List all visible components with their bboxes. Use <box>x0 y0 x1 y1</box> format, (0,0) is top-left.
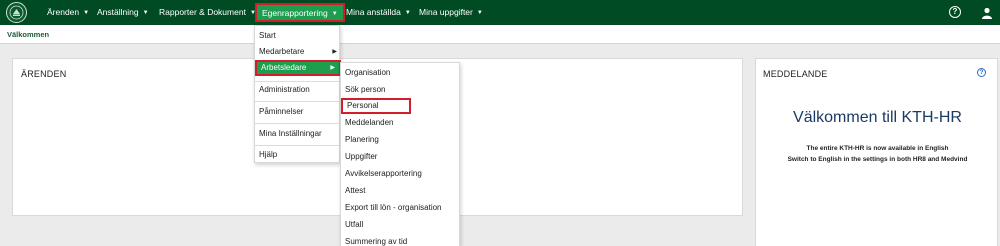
submenu-item-uppgifter-label: Uppgifter <box>345 152 378 161</box>
menu-item-mina-installningar-label: Mina Inställningar <box>259 129 322 138</box>
nav-mina-anstallda[interactable]: Mina anställda ▼ <box>346 0 411 25</box>
help-circle-icon[interactable]: ? <box>977 68 986 77</box>
nav-arenden-label: Ärenden <box>47 7 80 17</box>
submenu-item-attest[interactable]: Attest <box>341 184 461 198</box>
submenu-item-organisation[interactable]: Organisation <box>341 66 461 80</box>
nav-rapporter-label: Rapporter & Dokument <box>159 7 246 17</box>
egenrapportering-menu: Start Medarbetare ▶ Arbetsledare ▶ Admin… <box>254 25 341 163</box>
submenu-item-export-till-lon[interactable]: Export till lön - organisation <box>341 201 461 215</box>
nav-rapporter-dokument[interactable]: Rapporter & Dokument ▼ <box>159 0 256 25</box>
nav-arenden[interactable]: Ärenden ▼ <box>47 0 89 25</box>
submenu-item-summering-av-tid-label: Summering av tid <box>345 237 408 246</box>
welcome-text-line-2: Switch to English in the settings in bot… <box>787 156 968 163</box>
submenu-item-avvikelserapportering[interactable]: Avvikelserapportering <box>341 167 461 181</box>
breadcrumb[interactable]: Välkommen <box>7 30 49 39</box>
nav-egenrapportering-label: Egenrapportering <box>262 8 328 18</box>
submenu-item-planering[interactable]: Planering <box>341 133 461 147</box>
menu-divider <box>255 123 339 124</box>
menu-item-paminnelser-label: Påminnelser <box>259 107 304 116</box>
chevron-down-icon: ▼ <box>476 10 483 16</box>
messages-panel-title: MEDDELANDE <box>763 69 828 79</box>
user-icon[interactable] <box>981 6 993 19</box>
cases-panel-title: ÄRENDEN <box>21 69 67 79</box>
menu-item-arbetsledare-label: Arbetsledare <box>261 63 307 72</box>
arbetsledare-submenu: Organisation Sök person Personal Meddela… <box>340 62 460 246</box>
submenu-item-personal[interactable]: Personal <box>341 98 411 114</box>
menu-item-hjalp-label: Hjälp <box>259 150 278 159</box>
kth-crest-icon <box>9 5 24 20</box>
chevron-down-icon: ▼ <box>331 11 338 17</box>
chevron-right-icon: ▶ <box>330 65 335 71</box>
submenu-item-sok-person[interactable]: Sök person <box>341 83 461 97</box>
submenu-item-meddelanden-label: Meddelanden <box>345 118 394 127</box>
menu-item-paminnelser[interactable]: Påminnelser <box>255 105 341 119</box>
nav-mina-uppgifter-label: Mina uppgifter <box>419 7 473 17</box>
menu-item-start[interactable]: Start <box>255 29 341 43</box>
menu-item-arbetsledare[interactable]: Arbetsledare ▶ <box>255 60 341 76</box>
submenu-item-utfall-label: Utfall <box>345 220 364 229</box>
chevron-down-icon: ▼ <box>142 10 149 16</box>
submenu-item-meddelanden[interactable]: Meddelanden <box>341 116 461 130</box>
top-nav-bar: Ärenden ▼ Anställning ▼ Rapporter & Dokume… <box>0 0 1000 25</box>
help-icon[interactable]: ? <box>949 6 961 18</box>
welcome-text-line-1: The entire KTH-HR is now available in En… <box>806 145 949 152</box>
menu-divider <box>255 145 339 146</box>
submenu-item-avvikelserapportering-label: Avvikelserapportering <box>345 169 422 178</box>
nav-anstallning[interactable]: Anställning ▼ <box>97 0 149 25</box>
breadcrumb-bar: Välkommen <box>0 25 1000 44</box>
submenu-item-personal-label: Personal <box>347 101 379 110</box>
submenu-item-export-till-lon-label: Export till lön - organisation <box>345 203 442 212</box>
submenu-item-uppgifter[interactable]: Uppgifter <box>341 150 461 164</box>
submenu-item-organisation-label: Organisation <box>345 68 391 77</box>
kth-logo-icon[interactable] <box>6 2 27 23</box>
nav-mina-anstallda-label: Mina anställda <box>346 7 401 17</box>
submenu-item-attest-label: Attest <box>345 186 366 195</box>
submenu-item-utfall[interactable]: Utfall <box>341 218 461 232</box>
messages-panel: MEDDELANDE ? Välkommen till KTH-HR The e… <box>755 58 998 246</box>
menu-item-administration-label: Administration <box>259 85 310 94</box>
menu-divider <box>255 81 339 82</box>
nav-mina-uppgifter[interactable]: Mina uppgifter ▼ <box>419 0 483 25</box>
welcome-heading: Välkommen till KTH-HR <box>793 109 962 126</box>
chevron-down-icon: ▼ <box>83 10 90 16</box>
menu-item-mina-installningar[interactable]: Mina Inställningar <box>255 127 341 141</box>
menu-item-medarbetare-label: Medarbetare <box>259 47 305 56</box>
submenu-item-sok-person-label: Sök person <box>345 85 386 94</box>
menu-item-medarbetare[interactable]: Medarbetare ▶ <box>255 45 341 59</box>
menu-item-start-label: Start <box>259 31 276 40</box>
menu-item-hjalp[interactable]: Hjälp <box>255 148 341 162</box>
submenu-item-planering-label: Planering <box>345 135 379 144</box>
nav-anstallning-label: Anställning <box>97 7 139 17</box>
nav-egenrapportering[interactable]: Egenrapportering ▼ <box>255 3 345 22</box>
menu-item-administration[interactable]: Administration <box>255 83 341 97</box>
chevron-down-icon: ▼ <box>404 10 411 16</box>
submenu-item-summering-av-tid[interactable]: Summering av tid <box>341 235 461 246</box>
chevron-right-icon: ▶ <box>332 49 337 55</box>
menu-divider <box>255 101 339 102</box>
